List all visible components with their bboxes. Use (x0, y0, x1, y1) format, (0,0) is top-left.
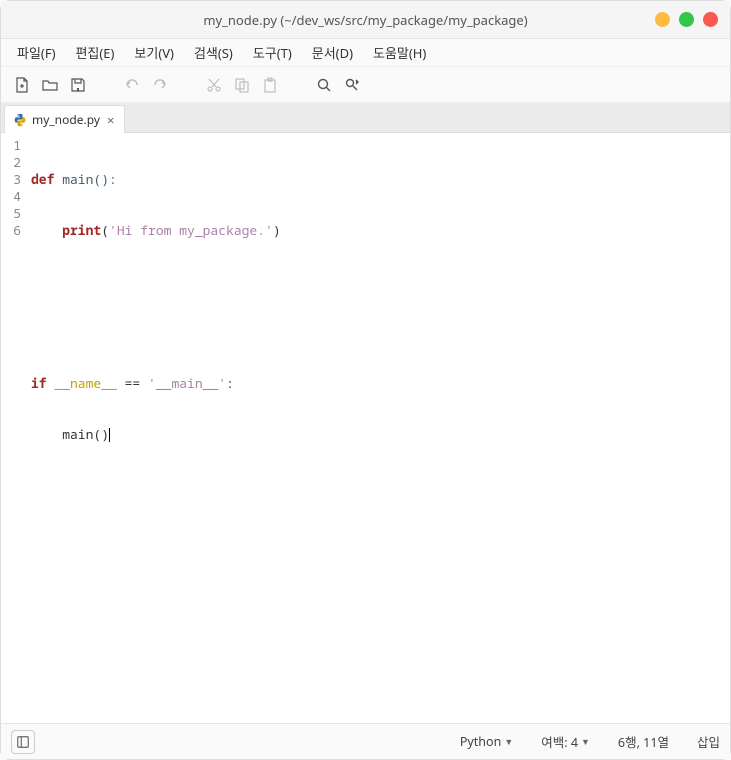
insert-mode[interactable]: 삽입 (697, 732, 720, 751)
paste-icon[interactable] (259, 74, 281, 96)
language-label: Python (460, 733, 501, 750)
search-icon[interactable] (313, 74, 335, 96)
undo-icon[interactable] (121, 74, 143, 96)
text-cursor (109, 428, 110, 442)
editor[interactable]: 1 2 3 4 5 6 def main(): print('Hi from m… (1, 133, 730, 723)
line-number: 6 (1, 222, 21, 239)
menu-tools[interactable]: 도구(T) (245, 40, 300, 65)
line-number: 3 (1, 171, 21, 188)
minimize-button[interactable] (655, 12, 670, 27)
line-number: 1 (1, 137, 21, 154)
code-line-1: def main(): (31, 171, 730, 188)
copy-icon[interactable] (231, 74, 253, 96)
toolbar (1, 67, 730, 103)
menu-view[interactable]: 보기(V) (126, 40, 182, 65)
statusbar: Python ▼ 여백: 4 ▼ 6행, 11열 삽입 (1, 723, 730, 759)
find-replace-icon[interactable] (341, 74, 363, 96)
side-panel-toggle[interactable] (11, 730, 35, 754)
code-line-2: print('Hi from my_package.') (31, 222, 730, 239)
maximize-button[interactable] (679, 12, 694, 27)
chevron-down-icon: ▼ (581, 735, 590, 748)
line-number: 2 (1, 154, 21, 171)
code-line-4 (31, 324, 730, 341)
menubar: 파일(F) 편집(E) 보기(V) 검색(S) 도구(T) 문서(D) 도움말(… (1, 39, 730, 67)
redo-icon[interactable] (149, 74, 171, 96)
line-number: 5 (1, 205, 21, 222)
menu-search[interactable]: 검색(S) (186, 40, 241, 65)
close-button[interactable] (703, 12, 718, 27)
tabbar: my_node.py × (1, 103, 730, 133)
menu-help[interactable]: 도움말(H) (365, 40, 434, 65)
language-selector[interactable]: Python ▼ (460, 733, 513, 750)
tab-close-icon[interactable]: × (105, 111, 116, 129)
code-line-3 (31, 273, 730, 290)
window-controls (655, 12, 718, 27)
menu-edit[interactable]: 편집(E) (67, 40, 122, 65)
tab-width-label: 여백: 4 (541, 732, 578, 751)
menu-documents[interactable]: 문서(D) (304, 40, 361, 65)
tab-label: my_node.py (32, 111, 100, 128)
code-line-6: main() (31, 426, 730, 443)
tab-my-node[interactable]: my_node.py × (4, 105, 125, 133)
code-line-5: if __name__ == '__main__': (31, 375, 730, 392)
titlebar: my_node.py (~/dev_ws/src/my_package/my_p… (1, 1, 730, 39)
window-title: my_node.py (~/dev_ws/src/my_package/my_p… (203, 11, 527, 29)
menu-file[interactable]: 파일(F) (9, 40, 63, 65)
cut-icon[interactable] (203, 74, 225, 96)
code-content[interactable]: def main(): print('Hi from my_package.')… (27, 133, 730, 723)
cursor-position: 6행, 11열 (618, 732, 669, 751)
line-gutter: 1 2 3 4 5 6 (1, 133, 27, 723)
new-file-icon[interactable] (11, 74, 33, 96)
line-number: 4 (1, 188, 21, 205)
save-file-icon[interactable] (67, 74, 89, 96)
open-file-icon[interactable] (39, 74, 61, 96)
chevron-down-icon: ▼ (504, 735, 513, 748)
tab-width-selector[interactable]: 여백: 4 ▼ (541, 732, 590, 751)
python-file-icon (13, 113, 27, 127)
